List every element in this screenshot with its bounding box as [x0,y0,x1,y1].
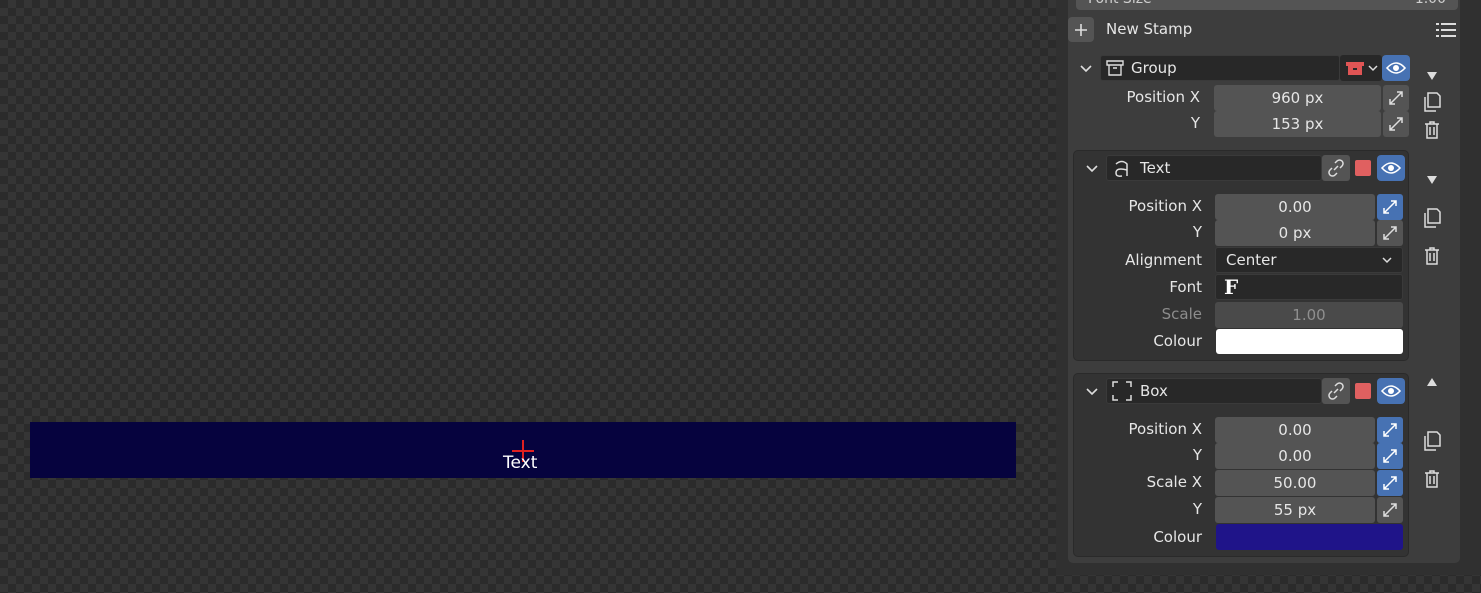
box-colour-swatch[interactable] [1216,524,1403,550]
list-menu-icon[interactable] [1434,18,1458,42]
box-y-field[interactable]: 0.00 [1215,443,1375,469]
group-color-dropdown[interactable] [1340,55,1382,81]
eye-icon [1386,62,1406,74]
group-delete-icon[interactable] [1420,118,1444,142]
link-icon [1328,159,1344,177]
text-duplicate-icon[interactable] [1420,206,1444,230]
add-stamp-button[interactable] [1068,17,1094,42]
alignment-dropdown[interactable]: Center [1215,247,1403,273]
box-position-x-expand-button[interactable] [1377,417,1403,443]
box-position-x-label: Position X [1128,420,1202,438]
text-position-x-label: Position X [1128,197,1202,215]
text-visibility-toggle[interactable] [1377,155,1405,181]
text-color-tag[interactable] [1355,160,1371,176]
box-colour-label: Colour [1153,528,1202,546]
box-y-expand-button[interactable] [1377,443,1403,469]
font-label: Font [1169,278,1202,296]
expand-arrows-icon [1383,200,1397,214]
archive-icon [1106,60,1124,76]
box-scale-y-label: Y [1192,500,1202,518]
font-size-value: 1.00 [1415,0,1446,10]
expand-arrows-icon [1389,91,1403,105]
text-name-field[interactable]: Text [1106,155,1322,181]
box-scale-y-expand-button[interactable] [1377,497,1403,523]
group-y-expand-button[interactable] [1383,111,1409,137]
expand-arrows-icon [1383,449,1397,463]
scale-field[interactable]: 1.00 [1215,302,1403,328]
group-y-label: Y [1190,114,1200,132]
scale-label: Scale [1161,305,1202,323]
font-icon: F [1224,275,1239,299]
eye-icon [1381,385,1401,397]
chevron-down-icon [1367,64,1378,71]
font-size-field[interactable]: Font Size 1.00 [1076,0,1458,10]
box-scale-y-field[interactable]: 55 px [1215,497,1375,523]
text-y-label: Y [1192,223,1202,241]
box-y-label: Y [1192,446,1202,464]
chevron-down-icon [1382,256,1392,263]
box-scale-x-label: Scale X [1146,473,1202,491]
text-move-down-icon[interactable] [1420,168,1444,192]
box-scale-x-expand-button[interactable] [1377,470,1403,496]
text-link-button[interactable] [1322,155,1350,181]
alignment-value: Center [1226,251,1277,269]
red-archive-icon [1345,62,1364,75]
move-up-icon[interactable] [1420,370,1444,394]
box-name-field[interactable]: Box [1106,378,1322,404]
move-down-icon[interactable] [1420,64,1444,88]
expand-arrows-icon [1389,117,1403,131]
box-duplicate-icon[interactable] [1420,429,1444,453]
expand-arrows-icon [1383,423,1397,437]
text-icon [1115,160,1128,177]
box-delete-icon[interactable] [1420,467,1444,491]
text-colour-swatch[interactable] [1216,329,1403,354]
text-collapse-chevron-icon[interactable] [1080,157,1104,181]
alignment-label: Alignment [1125,251,1202,269]
text-delete-icon[interactable] [1420,244,1444,268]
group-y-field[interactable]: 153 px [1214,111,1381,137]
group-collapse-chevron-icon[interactable] [1074,57,1098,81]
text-y-field[interactable]: 0 px [1215,220,1375,246]
font-selector[interactable]: F [1215,274,1403,300]
expand-arrows-icon [1383,503,1397,517]
group-name-field[interactable]: Group [1100,55,1340,81]
box-link-button[interactable] [1322,378,1350,404]
text-y-expand-button[interactable] [1377,220,1403,246]
box-scale-x-field[interactable]: 50.00 [1215,470,1375,496]
expand-arrows-icon [1383,476,1397,490]
text-position-x-expand-button[interactable] [1377,194,1403,220]
box-collapse-chevron-icon[interactable] [1080,380,1104,404]
font-size-label: Font Size [1088,0,1152,10]
plus-icon [1075,23,1087,36]
box-color-tag[interactable] [1355,383,1371,399]
group-position-x-expand-button[interactable] [1383,85,1409,111]
group-visibility-toggle[interactable] [1382,55,1410,81]
new-stamp-label[interactable]: New Stamp [1106,20,1192,38]
link-icon [1328,382,1344,400]
text-colour-label: Colour [1153,332,1202,350]
box-icon [1112,381,1132,401]
group-position-x-field[interactable]: 960 px [1214,85,1381,111]
box-visibility-toggle[interactable] [1377,378,1405,404]
box-name: Box [1140,382,1168,400]
text-name: Text [1140,159,1171,177]
preview-text: Text [503,453,538,473]
expand-arrows-icon [1383,226,1397,240]
group-duplicate-icon[interactable] [1420,90,1444,114]
text-position-x-field[interactable]: 0.00 [1215,194,1375,220]
group-name: Group [1131,59,1177,77]
eye-icon [1381,162,1401,174]
group-position-x-label: Position X [1126,88,1200,106]
box-position-x-field[interactable]: 0.00 [1215,417,1375,443]
